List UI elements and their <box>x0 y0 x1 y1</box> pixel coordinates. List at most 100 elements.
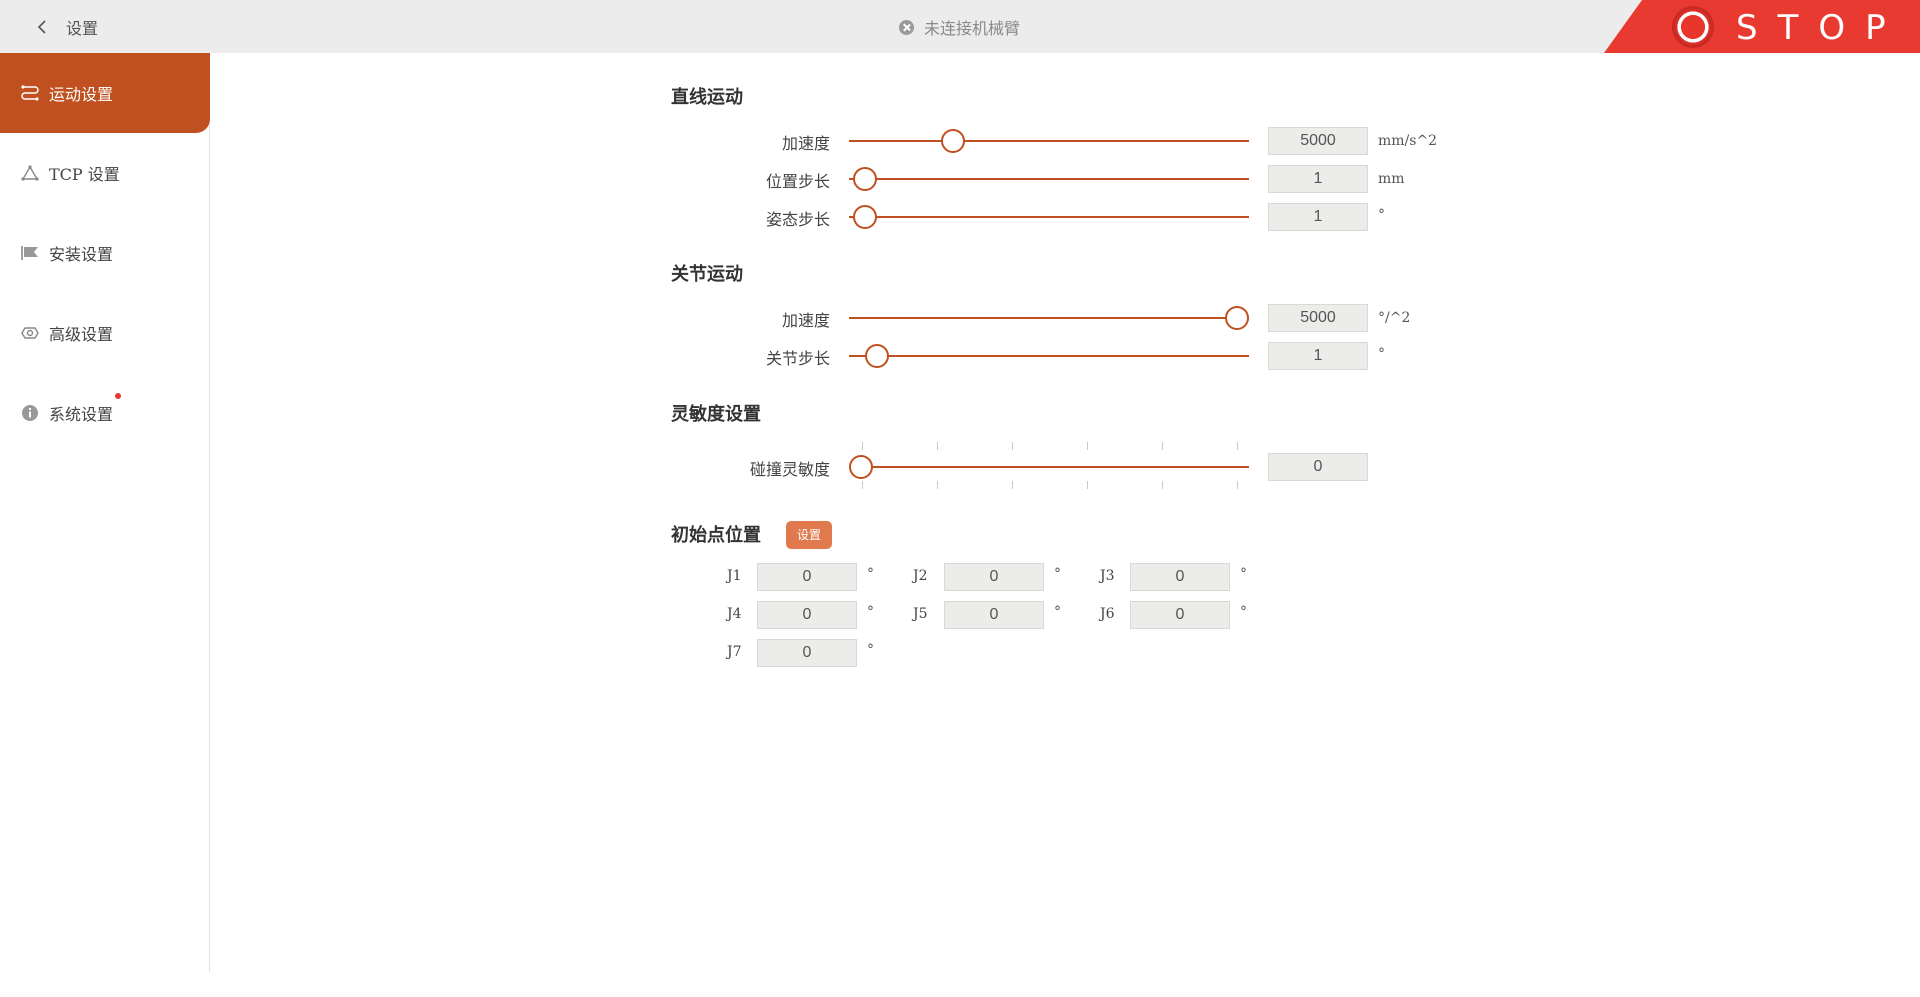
slider-track <box>849 216 1249 218</box>
slider-tick <box>937 481 938 489</box>
joint-accel-unit: °/^2 <box>1378 310 1411 326</box>
position-step-slider[interactable] <box>849 165 1249 193</box>
slider-track <box>849 466 1249 468</box>
sidebar-item-motion[interactable]: 运动设置 <box>0 53 210 133</box>
joint-step-label: 关节步长 <box>765 349 830 368</box>
sensitivity-title: 灵敏度设置 <box>671 404 761 425</box>
sidebar-item-label: 高级设置 <box>49 325 114 344</box>
linear-accel-input[interactable]: 5000 <box>1268 127 1368 155</box>
joint-label: J4 <box>727 606 742 622</box>
slider-tick <box>1087 442 1088 450</box>
joint-label: J2 <box>913 568 928 584</box>
joint-input[interactable]: 0 <box>944 563 1044 591</box>
joint-label: J3 <box>1100 568 1115 584</box>
joint-accel-input[interactable]: 5000 <box>1268 304 1368 332</box>
home-position-title: 初始点位置 <box>671 525 761 546</box>
joint-input[interactable]: 0 <box>757 639 857 667</box>
sidebar-item-label: 运动设置 <box>49 85 114 104</box>
joint-accel-slider[interactable] <box>849 304 1249 332</box>
emergency-stop-button[interactable]: STOP <box>1604 0 1920 53</box>
motion-icon <box>21 85 39 101</box>
slider-thumb[interactable] <box>849 455 873 479</box>
stop-circle-icon <box>1672 6 1714 48</box>
linear-accel-slider[interactable] <box>849 127 1249 155</box>
joint-label: J7 <box>727 644 742 660</box>
sidebar-item-tcp[interactable]: TCP 设置 <box>0 133 210 213</box>
orientation-step-label: 姿态步长 <box>765 210 830 229</box>
joint-input[interactable]: 0 <box>1130 563 1230 591</box>
back-label: 设置 <box>66 19 99 38</box>
tcp-triangle-icon <box>21 165 39 181</box>
joint-unit: ° <box>1054 604 1061 620</box>
joint-label: J1 <box>727 568 742 584</box>
joint-input[interactable]: 0 <box>757 601 857 629</box>
back-button[interactable]: 设置 <box>36 14 98 40</box>
slider-thumb[interactable] <box>1225 306 1249 330</box>
slider-thumb[interactable] <box>865 344 889 368</box>
joint-step-unit: ° <box>1378 346 1385 362</box>
collision-sensitivity-slider[interactable] <box>849 453 1249 481</box>
slider-thumb[interactable] <box>853 205 877 229</box>
sidebar-item-advanced[interactable]: 高级设置 <box>0 293 210 373</box>
joint-input[interactable]: 0 <box>757 563 857 591</box>
slider-thumb[interactable] <box>853 167 877 191</box>
joint-step-slider[interactable] <box>849 342 1249 370</box>
linear-accel-label: 加速度 <box>781 134 830 153</box>
sidebar-item-system[interactable]: 系统设置 <box>0 373 210 453</box>
position-step-label: 位置步长 <box>765 172 830 191</box>
connection-status: 未连接机械臂 <box>899 15 1020 39</box>
sidebar-item-install[interactable]: 安装设置 <box>0 213 210 293</box>
slider-tick <box>1087 481 1088 489</box>
slider-track <box>849 355 1249 357</box>
slider-tick <box>1237 442 1238 450</box>
joint-unit: ° <box>1240 604 1247 620</box>
install-flag-icon <box>21 246 38 260</box>
collision-sensitivity-input[interactable]: 0 <box>1268 453 1368 481</box>
slider-track <box>849 317 1249 319</box>
advanced-gear-icon <box>21 327 39 339</box>
chevron-left-icon <box>37 20 46 34</box>
top-bar: 设置 未连接机械臂 STOP <box>0 0 1920 53</box>
slider-tick <box>1162 442 1163 450</box>
joint-motion-title: 关节运动 <box>671 264 743 285</box>
sidebar-item-label: TCP 设置 <box>49 165 120 184</box>
joint-unit: ° <box>1054 566 1061 582</box>
joint-step-input[interactable]: 1 <box>1268 342 1368 370</box>
position-step-input[interactable]: 1 <box>1268 165 1368 193</box>
joint-label: J6 <box>1100 606 1115 622</box>
joint-unit: ° <box>1240 566 1247 582</box>
orientation-step-slider[interactable] <box>849 203 1249 231</box>
collision-sensitivity-label: 碰撞灵敏度 <box>749 460 830 479</box>
slider-thumb[interactable] <box>941 129 965 153</box>
linear-accel-unit: mm/s^2 <box>1378 133 1438 149</box>
joint-unit: ° <box>867 566 874 582</box>
joint-input[interactable]: 0 <box>1130 601 1230 629</box>
linear-motion-title: 直线运动 <box>671 87 743 108</box>
slider-tick <box>1162 481 1163 489</box>
home-position-set-button[interactable]: 设置 <box>786 521 832 549</box>
position-step-unit: mm <box>1378 171 1405 187</box>
slider-tick <box>1012 481 1013 489</box>
joint-accel-label: 加速度 <box>781 311 830 330</box>
joint-input[interactable]: 0 <box>944 601 1044 629</box>
slider-tick <box>937 442 938 450</box>
disconnected-icon <box>899 19 914 35</box>
stop-label: STOP <box>1736 8 1906 48</box>
orientation-step-input[interactable]: 1 <box>1268 203 1368 231</box>
slider-tick <box>862 442 863 450</box>
joint-unit: ° <box>867 642 874 658</box>
slider-track <box>849 178 1249 180</box>
slider-tick <box>862 481 863 489</box>
notification-dot <box>115 393 121 399</box>
slider-track <box>849 140 1249 142</box>
joint-unit: ° <box>867 604 874 620</box>
slider-tick <box>1237 481 1238 489</box>
connection-status-text: 未连接机械臂 <box>924 19 1021 38</box>
info-icon <box>22 405 38 421</box>
sidebar: 运动设置 TCP 设置 安装设置 高级设置 系统设置 <box>0 53 210 972</box>
sidebar-item-label: 系统设置 <box>49 405 114 424</box>
orientation-step-unit: ° <box>1378 207 1385 223</box>
slider-tick <box>1012 442 1013 450</box>
joint-label: J5 <box>913 606 928 622</box>
sidebar-item-label: 安装设置 <box>49 245 114 264</box>
